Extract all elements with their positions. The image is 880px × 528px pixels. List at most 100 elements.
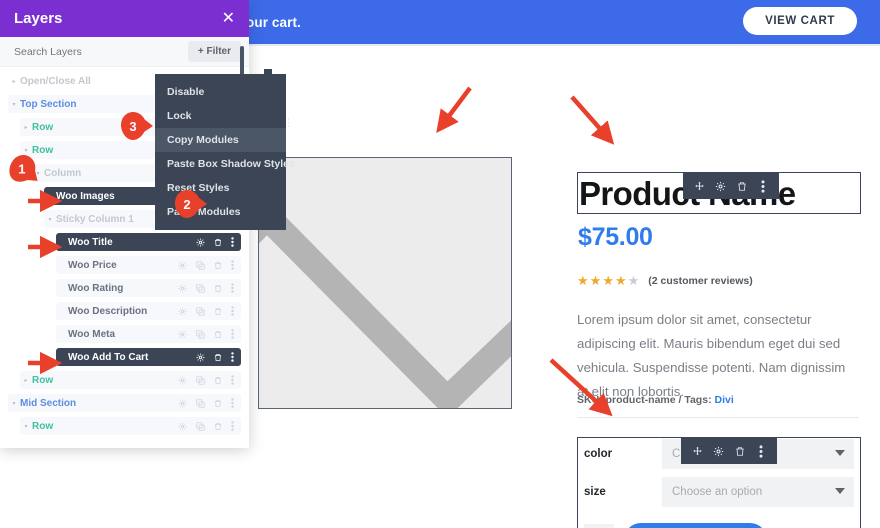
context-menu-item-disable[interactable]: Disable: [155, 80, 286, 104]
layer-row-label: Woo Title: [68, 236, 113, 248]
filter-button[interactable]: + Filter: [187, 41, 241, 62]
module-toolbar-woo-title[interactable]: [683, 173, 779, 199]
layer-twisty-icon[interactable]: ▾: [8, 400, 20, 407]
layer-row-label: Row: [32, 420, 54, 432]
mountain-image-placeholder-icon: [259, 158, 511, 408]
product-meta-sku: SKU: product-name / Tags: Divi: [577, 394, 734, 406]
layer-row-woo-meta[interactable]: Woo Meta: [56, 325, 241, 343]
trash-icon[interactable]: [214, 238, 222, 247]
quantity-and-submit-row: ADD TO CART: [578, 520, 862, 528]
layer-row-label: Row: [32, 121, 54, 133]
layers-panel-header: Layers ✕: [0, 0, 249, 37]
duplicate-icon[interactable]: [196, 421, 205, 431]
layer-row-label: Woo Description: [68, 305, 148, 317]
gear-icon[interactable]: [710, 173, 731, 199]
context-menu-nub: [264, 69, 272, 75]
layer-row-actions: [178, 421, 241, 431]
tag-link-divi[interactable]: Divi: [714, 394, 733, 406]
duplicate-icon[interactable]: [196, 260, 205, 270]
view-cart-button[interactable]: VIEW CART: [743, 7, 857, 35]
layer-twisty-icon[interactable]: ▸: [20, 124, 32, 131]
trash-icon[interactable]: [214, 330, 222, 339]
more-options-icon[interactable]: [231, 283, 234, 293]
gear-icon[interactable]: [178, 330, 187, 339]
gear-icon[interactable]: [178, 399, 187, 408]
trash-icon[interactable]: [214, 261, 222, 270]
gear-icon[interactable]: [178, 261, 187, 270]
more-options-icon[interactable]: [752, 173, 773, 199]
layer-row-woo-description[interactable]: Woo Description: [56, 302, 241, 320]
trash-icon[interactable]: [214, 376, 222, 385]
layer-row-woo-title[interactable]: Woo Title: [56, 233, 241, 251]
gear-icon[interactable]: [178, 422, 187, 431]
step-badge-3: 3: [120, 111, 154, 141]
layer-row-row[interactable]: ▾ Row: [20, 417, 241, 435]
step-badge-2: 2: [174, 189, 208, 219]
trash-icon[interactable]: [214, 399, 222, 408]
more-options-icon[interactable]: [231, 398, 234, 408]
gear-icon[interactable]: [196, 238, 205, 247]
trash-icon[interactable]: [214, 353, 222, 362]
more-options-icon[interactable]: [231, 306, 234, 316]
variation-select-size[interactable]: Choose an option: [662, 477, 854, 507]
trash-icon[interactable]: [729, 438, 750, 464]
layer-twisty-icon[interactable]: ▾: [44, 216, 56, 223]
step-badge-3-number: 3: [129, 118, 137, 134]
search-input[interactable]: [14, 45, 164, 58]
close-icon[interactable]: ✕: [222, 10, 235, 27]
more-options-icon[interactable]: [231, 237, 234, 247]
more-options-icon[interactable]: ⋮: [283, 118, 294, 129]
layer-twisty-icon[interactable]: ▸: [20, 377, 32, 384]
layer-twisty-icon[interactable]: ▾: [20, 423, 32, 430]
gear-icon[interactable]: [196, 353, 205, 362]
duplicate-icon[interactable]: [196, 283, 205, 293]
module-toolbar-woo-add-to-cart[interactable]: [681, 438, 777, 464]
layer-row-label: Mid Section: [20, 397, 77, 409]
layer-row-label: Sticky Column 1: [56, 213, 134, 225]
context-menu-item-paste-box-shadow-styles[interactable]: Paste Box Shadow Styles: [155, 152, 295, 176]
layer-row-woo-rating[interactable]: Woo Rating: [56, 279, 241, 297]
layer-row-label: Row: [32, 144, 54, 156]
move-icon[interactable]: [689, 173, 710, 199]
gear-icon[interactable]: [178, 376, 187, 385]
trash-icon[interactable]: [214, 307, 222, 316]
product-price: $75.00: [578, 223, 653, 251]
more-options-icon[interactable]: [231, 352, 234, 362]
duplicate-icon[interactable]: [196, 398, 205, 408]
layer-row-label: Woo Add To Cart: [68, 351, 149, 363]
more-options-icon[interactable]: [231, 421, 234, 431]
trash-icon[interactable]: [214, 422, 222, 431]
duplicate-icon[interactable]: [196, 306, 205, 316]
more-options-icon[interactable]: [750, 438, 771, 464]
layer-row-woo-price[interactable]: Woo Price: [56, 256, 241, 274]
gear-icon[interactable]: [178, 307, 187, 316]
layer-row-label: Top Section: [20, 98, 77, 110]
variation-select-size-placeholder: Choose an option: [672, 486, 763, 498]
reviews-count-label[interactable]: (2 customer reviews): [648, 275, 752, 287]
context-menu-item-copy-modules[interactable]: Copy Modules: [155, 128, 286, 152]
layer-row-mid-section[interactable]: ▾ Mid Section: [8, 394, 241, 412]
layer-row-woo-add-to-cart[interactable]: Woo Add To Cart: [56, 348, 241, 366]
product-image-placeholder[interactable]: [258, 157, 512, 409]
move-icon[interactable]: [687, 438, 708, 464]
trash-icon[interactable]: [731, 173, 752, 199]
layer-row-label: Woo Images: [56, 190, 115, 202]
layer-row-label: Column: [44, 167, 82, 179]
gear-icon[interactable]: [178, 284, 187, 293]
layer-row-row[interactable]: ▸ Row: [20, 371, 241, 389]
cart-notice-text: our cart.: [246, 14, 301, 30]
layer-twisty-icon[interactable]: ▸: [8, 78, 20, 85]
more-options-icon[interactable]: [231, 375, 234, 385]
context-menu-item-lock[interactable]: Lock: [155, 104, 286, 128]
layer-twisty-icon[interactable]: ▾: [8, 101, 20, 108]
more-options-icon[interactable]: [231, 329, 234, 339]
duplicate-icon[interactable]: [196, 329, 205, 339]
layer-row-label: Open/Close All: [20, 75, 91, 87]
more-options-icon[interactable]: [231, 260, 234, 270]
layers-search-bar: + Filter: [0, 37, 249, 67]
duplicate-icon[interactable]: [196, 375, 205, 385]
gear-icon[interactable]: [708, 438, 729, 464]
add-to-cart-button[interactable]: ADD TO CART: [624, 523, 767, 528]
trash-icon[interactable]: [214, 284, 222, 293]
quantity-input[interactable]: [584, 523, 614, 528]
